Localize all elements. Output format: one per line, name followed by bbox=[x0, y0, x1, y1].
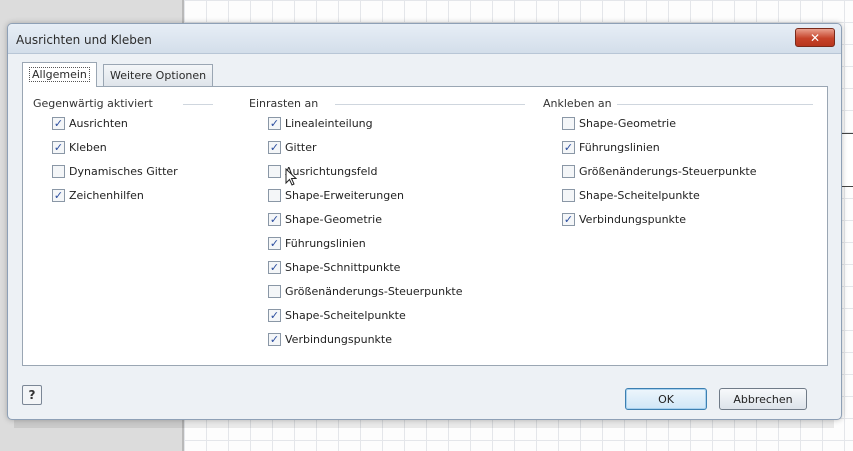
checkbox-label: Ausrichten bbox=[69, 116, 128, 130]
checkbox[interactable] bbox=[562, 188, 575, 202]
checkbox[interactable] bbox=[268, 188, 281, 202]
checkbox-row[interactable]: ✓ Kleben bbox=[33, 135, 213, 159]
checkbox-label: Ausrichtungsfeld bbox=[285, 164, 378, 178]
checkbox-row[interactable]: Shape-Scheitelpunkte bbox=[543, 183, 823, 207]
ok-button[interactable]: OK bbox=[625, 388, 707, 410]
checkbox[interactable]: ✓ bbox=[268, 212, 281, 226]
checkbox[interactable] bbox=[562, 164, 575, 178]
checkbox-label: Größenänderungs-Steuerpunkte bbox=[579, 164, 757, 178]
checkbox-row[interactable]: ✓ Linealeinteilung bbox=[249, 111, 539, 135]
group-divider bbox=[335, 104, 525, 105]
checkbox[interactable]: ✓ bbox=[268, 308, 281, 322]
checkbox-label: Führungslinien bbox=[285, 236, 366, 250]
group-title-text: Einrasten an bbox=[249, 97, 319, 110]
close-button[interactable]: ✕ bbox=[795, 28, 835, 47]
checkbox-label: Größenänderungs-Steuerpunkte bbox=[285, 284, 463, 298]
checkbox-row[interactable]: ✓ Führungslinien bbox=[249, 231, 539, 255]
checkbox[interactable] bbox=[52, 164, 65, 178]
checkbox[interactable]: ✓ bbox=[562, 140, 575, 154]
dialog-shadow bbox=[14, 420, 834, 428]
group-title-active: Gegenwärtig aktiviert bbox=[33, 97, 213, 111]
tab-label: Allgemein bbox=[29, 67, 90, 82]
tab-label: Weitere Optionen bbox=[110, 69, 207, 82]
group-snap-to: Einrasten an ✓ Linealeinteilung ✓ Gitter A… bbox=[249, 97, 539, 351]
checkbox[interactable]: ✓ bbox=[268, 116, 281, 130]
group-title-text: Gegenwärtig aktiviert bbox=[33, 97, 153, 110]
checkbox-row[interactable]: ✓ Shape-Scheitelpunkte bbox=[249, 303, 539, 327]
checkbox-label: Dynamisches Gitter bbox=[69, 164, 178, 178]
checkbox[interactable]: ✓ bbox=[562, 212, 575, 226]
cancel-button[interactable]: Abbrechen bbox=[719, 388, 807, 410]
checkbox-row[interactable]: ✓ Verbindungspunkte bbox=[543, 207, 823, 231]
checkbox-label: Zeichenhilfen bbox=[69, 188, 144, 202]
close-icon: ✕ bbox=[809, 30, 821, 45]
group-active: Gegenwärtig aktiviert ✓ Ausrichten ✓ Klebe… bbox=[33, 97, 213, 207]
checkbox-row[interactable]: ✓ Shape-Geometrie bbox=[249, 207, 539, 231]
group-title-text: Ankleben an bbox=[543, 97, 612, 110]
checkbox-label: Linealeinteilung bbox=[285, 116, 373, 130]
group-divider bbox=[617, 104, 813, 105]
checkbox-label: Gitter bbox=[285, 140, 317, 154]
checkbox[interactable]: ✓ bbox=[52, 140, 65, 154]
checkbox[interactable] bbox=[268, 164, 281, 178]
checkbox[interactable] bbox=[562, 116, 575, 130]
dialog-title: Ausrichten und Kleben bbox=[16, 33, 152, 47]
help-icon: ? bbox=[28, 388, 36, 402]
group-divider bbox=[183, 104, 213, 105]
checkbox[interactable]: ✓ bbox=[268, 236, 281, 250]
checkbox[interactable]: ✓ bbox=[268, 260, 281, 274]
group-title-glue: Ankleben an bbox=[543, 97, 823, 111]
checkbox-label: Shape-Geometrie bbox=[579, 116, 676, 130]
checkbox-label: Führungslinien bbox=[579, 140, 660, 154]
checkbox-label: Kleben bbox=[69, 140, 107, 154]
checkbox-row[interactable]: ✓ Verbindungspunkte bbox=[249, 327, 539, 351]
checkbox-label: Verbindungspunkte bbox=[579, 212, 686, 226]
snap-glue-dialog: Ausrichten und Kleben ✕ Allgemein Weiter… bbox=[7, 23, 842, 420]
checkbox-row[interactable]: ✓ Shape-Schnittpunkte bbox=[249, 255, 539, 279]
checkbox-label: Shape-Scheitelpunkte bbox=[579, 188, 700, 202]
checkbox-label: Verbindungspunkte bbox=[285, 332, 392, 346]
help-button[interactable]: ? bbox=[22, 385, 42, 405]
checkbox-label: Shape-Scheitelpunkte bbox=[285, 308, 406, 322]
checkbox-row[interactable]: Größenänderungs-Steuerpunkte bbox=[543, 159, 823, 183]
checkbox-row[interactable]: Shape-Geometrie bbox=[543, 111, 823, 135]
tab-panel: Gegenwärtig aktiviert ✓ Ausrichten ✓ Klebe… bbox=[22, 86, 828, 366]
checkbox[interactable]: ✓ bbox=[52, 188, 65, 202]
dialog-titlebar[interactable]: Ausrichten und Kleben ✕ bbox=[8, 24, 841, 54]
group-title-snap: Einrasten an bbox=[249, 97, 539, 111]
mouse-pointer-icon bbox=[285, 168, 297, 186]
tab-allgemein[interactable]: Allgemein bbox=[22, 62, 97, 87]
checkbox-row[interactable]: ✓ Gitter bbox=[249, 135, 539, 159]
checkbox[interactable]: ✓ bbox=[268, 332, 281, 346]
checkbox-row[interactable]: ✓ Führungslinien bbox=[543, 135, 823, 159]
checkbox-row[interactable]: Dynamisches Gitter bbox=[33, 159, 213, 183]
checkbox[interactable] bbox=[268, 284, 281, 298]
checkbox-label: Shape-Geometrie bbox=[285, 212, 382, 226]
checkbox-row[interactable]: Größenänderungs-Steuerpunkte bbox=[249, 279, 539, 303]
tab-weitere-optionen[interactable]: Weitere Optionen bbox=[103, 64, 214, 86]
checkbox-row[interactable]: ✓ Zeichenhilfen bbox=[33, 183, 213, 207]
checkbox-row[interactable]: Shape-Erweiterungen bbox=[249, 183, 539, 207]
group-glue-to: Ankleben an Shape-Geometrie ✓ Führungslin… bbox=[543, 97, 823, 231]
checkbox-label: Shape-Erweiterungen bbox=[285, 188, 404, 202]
checkbox-row[interactable]: ✓ Ausrichten bbox=[33, 111, 213, 135]
checkbox-label: Shape-Schnittpunkte bbox=[285, 260, 401, 274]
checkbox[interactable]: ✓ bbox=[268, 140, 281, 154]
checkbox[interactable]: ✓ bbox=[52, 116, 65, 130]
